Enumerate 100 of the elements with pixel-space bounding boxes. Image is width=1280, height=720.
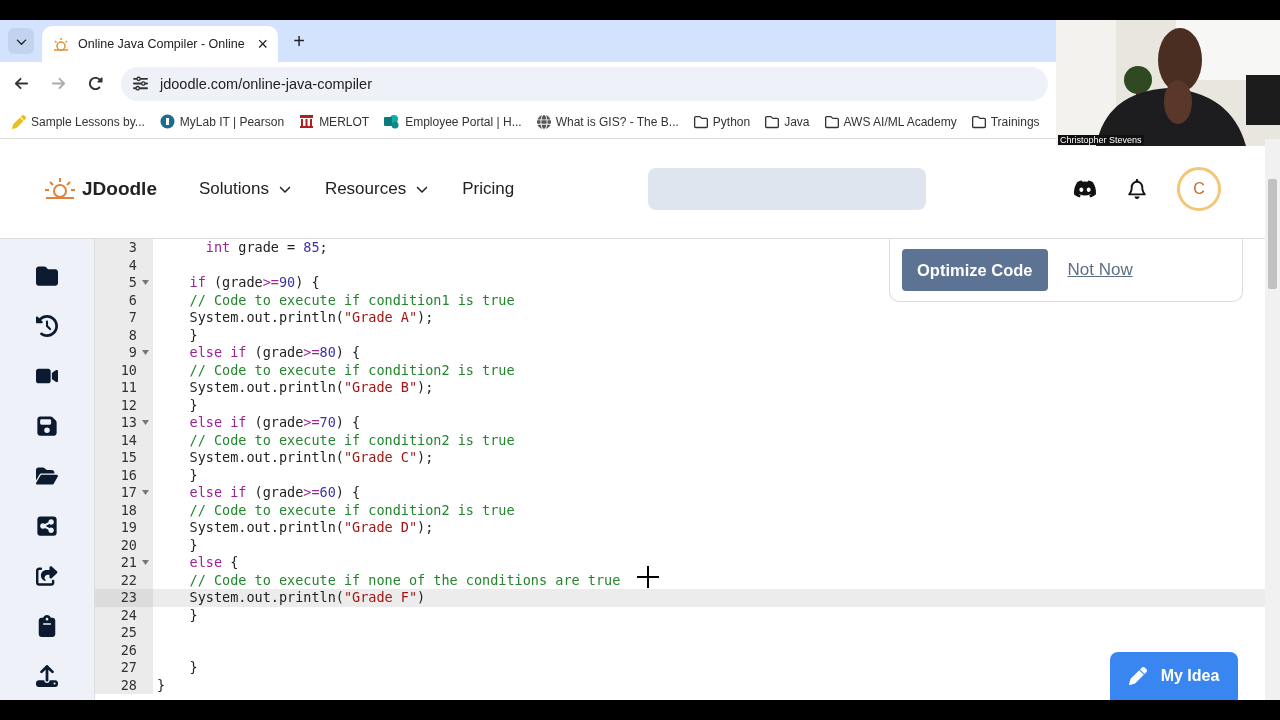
line-number: 16 (120, 466, 137, 484)
circle-icon (159, 114, 175, 129)
fold-icon[interactable] (142, 350, 149, 355)
bookmark[interactable]: What is GIS? - The B... (536, 114, 679, 129)
code-line: // Code to execute if none of the conditions are true (188, 571, 621, 589)
code-line: System.out.println("Grade C"); (188, 449, 434, 467)
code-line: } (188, 536, 198, 554)
bookmark[interactable]: AWS AI/ML Academy (824, 114, 957, 129)
bookmark[interactable]: Trainings (971, 114, 1040, 129)
fold-icon[interactable] (142, 490, 149, 495)
code-line: System.out.println("Grade D"); (188, 519, 434, 537)
tab-list-button[interactable] (8, 28, 34, 54)
pencil-icon (12, 114, 26, 129)
line-number: 12 (120, 396, 137, 414)
line-number: 28 (120, 676, 137, 694)
folder-icon (824, 114, 839, 129)
code-line: } (188, 659, 198, 677)
line-number: 23 (120, 589, 137, 607)
code-line: } (188, 396, 198, 414)
bookmark[interactable]: Sample Lessons by... (12, 114, 145, 129)
line-number: 19 (120, 519, 137, 537)
nav-link[interactable]: Pricing (462, 178, 515, 199)
avatar[interactable]: C (1177, 166, 1221, 211)
line-number: 25 (120, 624, 137, 642)
code-line: // Code to execute if condition2 is true (188, 361, 515, 379)
reload-icon[interactable] (88, 76, 103, 91)
my-idea-button[interactable]: My Idea (1110, 652, 1238, 700)
scrollbar[interactable] (1265, 139, 1280, 700)
folder-icon (765, 114, 780, 129)
code-line: } (188, 606, 198, 624)
line-number: 15 (120, 449, 137, 467)
code-line: } (156, 676, 166, 694)
line-number: 10 (120, 361, 137, 379)
participant-name: Christopher Stevens (1058, 135, 1144, 145)
export-icon[interactable] (36, 565, 58, 587)
bookmark[interactable]: Java (765, 114, 810, 129)
clipboard-icon[interactable] (36, 615, 58, 637)
close-tab-button[interactable]: × (257, 33, 268, 55)
not-now-link[interactable]: Not Now (1067, 260, 1133, 280)
line-number: 20 (120, 536, 137, 554)
fold-icon[interactable] (142, 280, 149, 285)
globe-icon (536, 114, 551, 129)
code-line: System.out.println("Grade B"); (188, 379, 434, 397)
code-line: else if (grade>=70) { (188, 414, 361, 432)
browser-tab[interactable]: Online Java Compiler - Online × (42, 26, 278, 62)
line-number: 26 (120, 641, 137, 659)
code-line: if (grade>=90) { (188, 274, 320, 292)
nav-link[interactable]: Solutions (198, 178, 291, 199)
crosshair-cursor-icon (637, 566, 659, 588)
tab-title: Online Java Compiler - Online (78, 37, 246, 51)
code-line: else { (188, 554, 239, 572)
code-line: int grade = 85; (204, 239, 328, 257)
code-line: // Code to execute if condition1 is true (188, 291, 515, 309)
back-icon[interactable] (14, 76, 29, 91)
bookmark[interactable]: Employee Portal | H... (384, 114, 522, 129)
new-tab-button[interactable]: + (286, 28, 312, 54)
line-number: 5 (128, 274, 137, 292)
line-number: 18 (120, 501, 137, 519)
line-number: 13 (120, 414, 137, 432)
brand-name: JDoodle (82, 177, 157, 200)
line-number: 8 (128, 326, 137, 344)
share-icon[interactable] (36, 515, 58, 537)
code-line: } (188, 466, 198, 484)
line-number: 7 (128, 309, 137, 327)
address-bar[interactable]: jdoodle.com/online-java-compiler (121, 66, 1048, 101)
bookmark[interactable]: Python (693, 114, 751, 129)
line-number: 22 (120, 571, 137, 589)
line-number: 24 (120, 606, 137, 624)
line-number: 6 (128, 291, 137, 309)
code-line: } (188, 326, 198, 344)
upload-icon[interactable] (36, 665, 58, 687)
folder-icon[interactable] (36, 265, 58, 287)
folder-icon (693, 114, 708, 129)
bookmark[interactable]: MERLOT (299, 114, 370, 129)
code-line: else if (grade>=60) { (188, 484, 361, 502)
sun-icon (52, 37, 70, 51)
line-number: 21 (120, 554, 137, 572)
search-field[interactable] (648, 167, 927, 210)
optimize-code-button[interactable]: Optimize Code (902, 249, 1048, 291)
fold-icon[interactable] (142, 560, 149, 565)
code-line: else if (grade>=80) { (188, 344, 361, 362)
pen-icon (1128, 667, 1147, 685)
code-line: System.out.println("Grade A"); (188, 309, 434, 327)
folder-icon (971, 114, 986, 129)
columns-icon (299, 114, 315, 129)
nav-link[interactable]: Resources (324, 178, 429, 199)
sun-logo-icon (44, 175, 76, 202)
fold-icon[interactable] (142, 420, 149, 425)
open-folder-icon[interactable] (36, 465, 58, 487)
line-number: 14 (120, 431, 137, 449)
site-settings-icon[interactable] (133, 76, 148, 91)
portal-icon (384, 114, 401, 129)
history-icon[interactable] (36, 315, 58, 337)
line-number: 17 (120, 484, 137, 502)
line-number: 4 (128, 256, 137, 274)
save-icon[interactable] (36, 415, 58, 437)
bell-icon[interactable] (1127, 178, 1147, 199)
bookmark[interactable]: MyLab IT | Pearson (159, 114, 285, 129)
code-line: System.out.println("Grade F") (188, 589, 426, 607)
code-line: // Code to execute if condition2 is true (188, 501, 515, 519)
